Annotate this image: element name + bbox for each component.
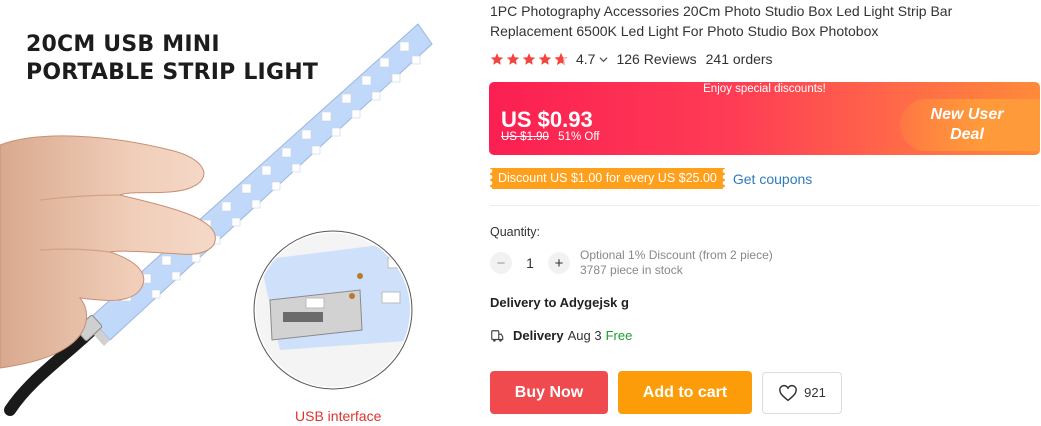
heart-icon [779,384,798,401]
original-price: US $1.90 [501,131,549,143]
quantity-value[interactable]: 1 [512,255,548,271]
truck-icon [491,329,504,342]
star-icon [538,53,552,65]
delivery-cost: Free [605,328,633,343]
new-user-deal-badge[interactable]: New User Deal [900,99,1040,151]
star-half-icon [554,52,568,66]
product-image[interactable]: 20CM USB MINI PORTABLE STRIP LIGHT USB i… [0,0,478,426]
image-headline: 20CM USB MINI PORTABLE STRIP LIGHT [26,31,318,87]
chevron-down-icon[interactable] [599,55,609,64]
rating-value[interactable]: 4.7 [576,51,595,67]
new-user-line1: New User [930,106,1004,123]
rating-stars[interactable] [490,52,568,66]
action-buttons: Buy Now Add to cart 921 [490,371,842,414]
product-title: 1PC Photography Accessories 20Cm Photo S… [490,3,953,39]
discount-percent: 51% Off [558,131,600,143]
delivery-date: Aug 3 [567,328,602,343]
new-user-text: New User Deal [912,105,1022,145]
add-to-cart-button[interactable]: Add to cart [618,371,752,414]
bulk-discount-note: Optional 1% Discount (from 2 piece) [580,248,773,262]
delivery-row: Delivery Aug 3 Free [490,328,632,343]
coupon-row: Discount US $1.00 for every US $25.00 Ge… [490,168,812,189]
wishlist-count: 921 [804,385,826,400]
star-icon [522,53,536,65]
delivery-label: Delivery [513,328,564,343]
new-user-line2: Deal [950,126,984,143]
quantity-increase-button[interactable]: + [548,252,570,274]
quantity-decrease-button[interactable]: − [490,252,512,274]
divider [490,205,1039,206]
quantity-label: Quantity: [490,225,541,239]
buy-now-button[interactable]: Buy Now [490,371,608,414]
rating-row: 4.7 126 Reviews 241 orders [490,49,773,69]
quantity-note: Optional 1% Discount (from 2 piece) 3787… [580,248,773,278]
image-headline-line1: 20CM USB MINI [26,32,220,57]
image-caption: USB interface [295,408,382,424]
product-info-panel: 1PC Photography Accessories 20Cm Photo S… [489,0,1041,426]
price-meta: US $1.90 51% Off [501,131,600,143]
reviews-link[interactable]: 126 Reviews [616,51,696,67]
image-headline-line2: PORTABLE STRIP LIGHT [26,60,319,85]
delivery-destination[interactable]: Delivery to Adygejsk g [490,295,629,310]
orders-count: 241 orders [705,51,773,67]
wishlist-button[interactable]: 921 [762,371,842,414]
star-icon [490,53,504,65]
star-icon [506,53,520,65]
price-banner: Enjoy special discounts! US $0.93 US $1.… [489,82,1040,155]
quantity-stepper: − 1 + Optional 1% Discount (from 2 piece… [490,248,773,278]
coupon-badge[interactable]: Discount US $1.00 for every US $25.00 [490,168,725,189]
current-price: US $0.93 [501,107,593,132]
banner-tag: Enjoy special discounts! [703,83,826,95]
get-coupons-link[interactable]: Get coupons [733,171,812,187]
stock-note: 3787 piece in stock [580,263,683,277]
